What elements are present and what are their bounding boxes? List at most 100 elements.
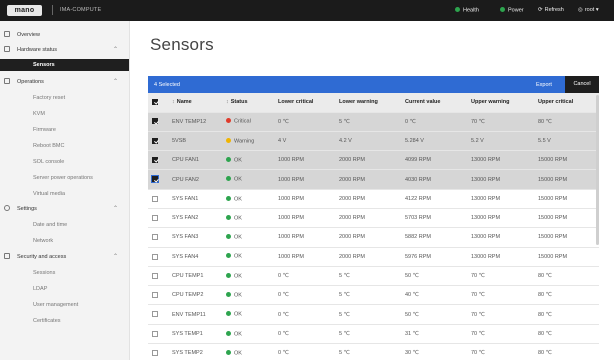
status-indicator-icon <box>226 214 231 220</box>
row-checkbox[interactable] <box>152 118 158 125</box>
sidebar-item-reboot-bmc[interactable]: Reboot BMC <box>0 140 129 152</box>
upper-critical-value: 15000 RPM <box>534 247 599 267</box>
sidebar-item-label: LDAP <box>33 286 48 292</box>
table-row[interactable]: 5VSB Warning 4 V 4.2 V 5.284 V 5.2 V 5.5 V <box>148 131 599 152</box>
sidebar-item-overview[interactable]: Overview <box>0 29 130 41</box>
sidebar-item-date-and-time[interactable]: Date and time <box>0 219 129 231</box>
column-header-lower-critical[interactable]: Lower critical <box>274 93 335 113</box>
export-button[interactable]: Export <box>536 82 552 88</box>
upper-critical-value: 80 ℃ <box>534 112 599 132</box>
column-header-upper-warning[interactable]: Upper warning <box>467 93 534 113</box>
sidebar-item-user-management[interactable]: User management <box>0 299 129 311</box>
table-row[interactable]: ENV TEMP11 OK 0 ℃ 5 ℃ 50 ℃ 70 ℃ 80 ℃ <box>148 304 599 325</box>
status-cell: OK <box>222 343 274 360</box>
sidebar-item-sessions[interactable]: Sessions <box>0 267 129 279</box>
sidebar-section-security-and-access[interactable]: Security and access ⌃ <box>0 251 130 263</box>
table-row[interactable]: SYS TEMP2 OK 0 ℃ 5 ℃ 30 ℃ 70 ℃ 80 ℃ <box>148 343 599 360</box>
sidebar-section-operations[interactable]: Operations ⌃ <box>0 76 130 88</box>
table-row[interactable]: CPU FAN2 OK 1000 RPM 2000 RPM 4030 RPM 13000 … <box>148 169 599 190</box>
chevron-up-icon: ⌃ <box>113 79 119 85</box>
column-header-lower-warning[interactable]: Lower warning <box>335 93 401 113</box>
table-row[interactable]: SYS FAN1 OK 1000 RPM 2000 RPM 4122 RPM 13000 … <box>148 189 599 209</box>
row-checkbox[interactable] <box>152 157 158 164</box>
hostname: IMA-COMPUTE <box>60 7 102 13</box>
sidebar-item-kvm[interactable]: KVM <box>0 108 129 120</box>
row-checkbox[interactable] <box>152 234 158 241</box>
sidebar-item-virtual-media[interactable]: Virtual media <box>0 188 129 200</box>
status-label: Warning <box>234 138 255 145</box>
row-checkbox[interactable] <box>152 195 158 202</box>
refresh-button[interactable]: ⟳ Refresh <box>538 7 564 13</box>
sidebar-item-factory-reset[interactable]: Factory reset <box>0 92 129 104</box>
row-select-cell <box>148 247 168 267</box>
upper-critical-value: 80 ℃ <box>534 343 599 360</box>
status-indicator-icon <box>226 118 231 124</box>
chevron-up-icon: ⌃ <box>113 47 119 53</box>
cancel-button[interactable]: Cancel <box>565 76 599 93</box>
row-select-cell <box>148 304 168 325</box>
table-row[interactable]: CPU TEMP1 OK 0 ℃ 5 ℃ 50 ℃ 70 ℃ 80 ℃ <box>148 266 599 287</box>
sidebar-section-settings[interactable]: Settings ⌃ <box>0 203 130 215</box>
current-value: 50 ℃ <box>401 304 467 325</box>
gear-icon <box>4 205 10 211</box>
table-row[interactable]: SYS FAN3 OK 1000 RPM 2000 RPM 5882 RPM 13000 … <box>148 227 599 248</box>
row-select-cell <box>148 169 168 190</box>
sort-icon: ↕ <box>172 99 175 106</box>
row-checkbox[interactable] <box>152 137 158 144</box>
status-cell: OK <box>222 285 274 306</box>
current-value: 5976 RPM <box>401 247 467 267</box>
table-scrollbar[interactable] <box>596 95 599 245</box>
status-cell: Critical <box>222 112 274 132</box>
sidebar-item-firmware[interactable]: Firmware <box>0 124 129 136</box>
lower-warning-value: 2000 RPM <box>335 169 401 190</box>
sidebar-item-server-power-operations[interactable]: Server power operations <box>0 172 129 184</box>
table-row[interactable]: CPU TEMP2 OK 0 ℃ 5 ℃ 40 ℃ 70 ℃ 80 ℃ <box>148 285 599 306</box>
row-checkbox[interactable] <box>151 175 159 184</box>
sidebar-item-label: KVM <box>33 111 45 117</box>
sidebar-item-label: Factory reset <box>33 95 66 101</box>
selection-toolbar: 4 Selected Export Cancel <box>148 76 599 93</box>
current-value: 4030 RPM <box>401 169 467 190</box>
table-row[interactable]: CPU FAN1 OK 1000 RPM 2000 RPM 4099 RPM 13000 … <box>148 150 599 171</box>
table-row[interactable]: SYS FAN2 OK 1000 RPM 2000 RPM 5703 RPM 13000 … <box>148 208 599 229</box>
row-checkbox[interactable] <box>152 330 158 337</box>
sidebar-item-certificates[interactable]: Certificates <box>0 315 129 327</box>
status-indicator-icon <box>226 330 231 336</box>
table-row[interactable]: SYS TEMP1 OK 0 ℃ 5 ℃ 31 ℃ 70 ℃ 80 ℃ <box>148 324 599 345</box>
column-header-name[interactable]: ↕ Name <box>168 93 222 113</box>
table-row[interactable]: SYS FAN4 OK 1000 RPM 2000 RPM 5976 RPM 13000 … <box>148 247 599 267</box>
column-header-status[interactable]: ↕ Status <box>222 93 274 113</box>
upper-critical-value: 80 ℃ <box>534 304 599 325</box>
sensor-name: SYS FAN2 <box>168 208 222 229</box>
power-button[interactable]: Power <box>500 7 524 14</box>
sidebar-item-label: Sensors <box>33 62 55 68</box>
row-checkbox[interactable] <box>152 214 158 221</box>
current-value: 5.284 V <box>401 131 467 152</box>
row-checkbox[interactable] <box>152 253 158 260</box>
status-indicator-icon <box>226 176 231 182</box>
table-row[interactable]: ENV TEMP12 Critical 0 ℃ 5 ℃ 0 ℃ 70 ℃ 80 ℃ <box>148 112 599 132</box>
sidebar-item-sensors[interactable]: Sensors <box>0 59 129 71</box>
row-checkbox[interactable] <box>152 292 158 299</box>
lower-critical-value: 0 ℃ <box>274 304 335 325</box>
status-indicator-icon <box>226 156 231 162</box>
sidebar-item-ldap[interactable]: LDAP <box>0 283 129 295</box>
health-button[interactable]: Health <box>455 7 479 14</box>
upper-warning-value: 70 ℃ <box>467 112 534 132</box>
column-header-upper-critical[interactable]: Upper critical <box>534 93 599 113</box>
row-checkbox[interactable] <box>152 311 158 318</box>
status-cell: OK <box>222 227 274 248</box>
sensor-name: SYS FAN3 <box>168 227 222 248</box>
column-header-current-value[interactable]: Current value <box>401 93 467 113</box>
sidebar-item-network[interactable]: Network <box>0 235 129 247</box>
user-menu[interactable]: ◎ root ▾ <box>578 7 599 13</box>
select-all-checkbox[interactable] <box>152 99 158 106</box>
current-value: 5882 RPM <box>401 227 467 248</box>
sidebar-item-label: User management <box>33 302 79 308</box>
row-checkbox[interactable] <box>152 349 158 356</box>
sidebar-section-label: Operations <box>17 79 44 85</box>
sidebar-item-sol-console[interactable]: SOL console <box>0 156 129 168</box>
row-checkbox[interactable] <box>152 272 158 279</box>
shield-icon <box>4 253 10 259</box>
sidebar-section-hardware-status[interactable]: Hardware status ⌃ <box>0 44 130 56</box>
